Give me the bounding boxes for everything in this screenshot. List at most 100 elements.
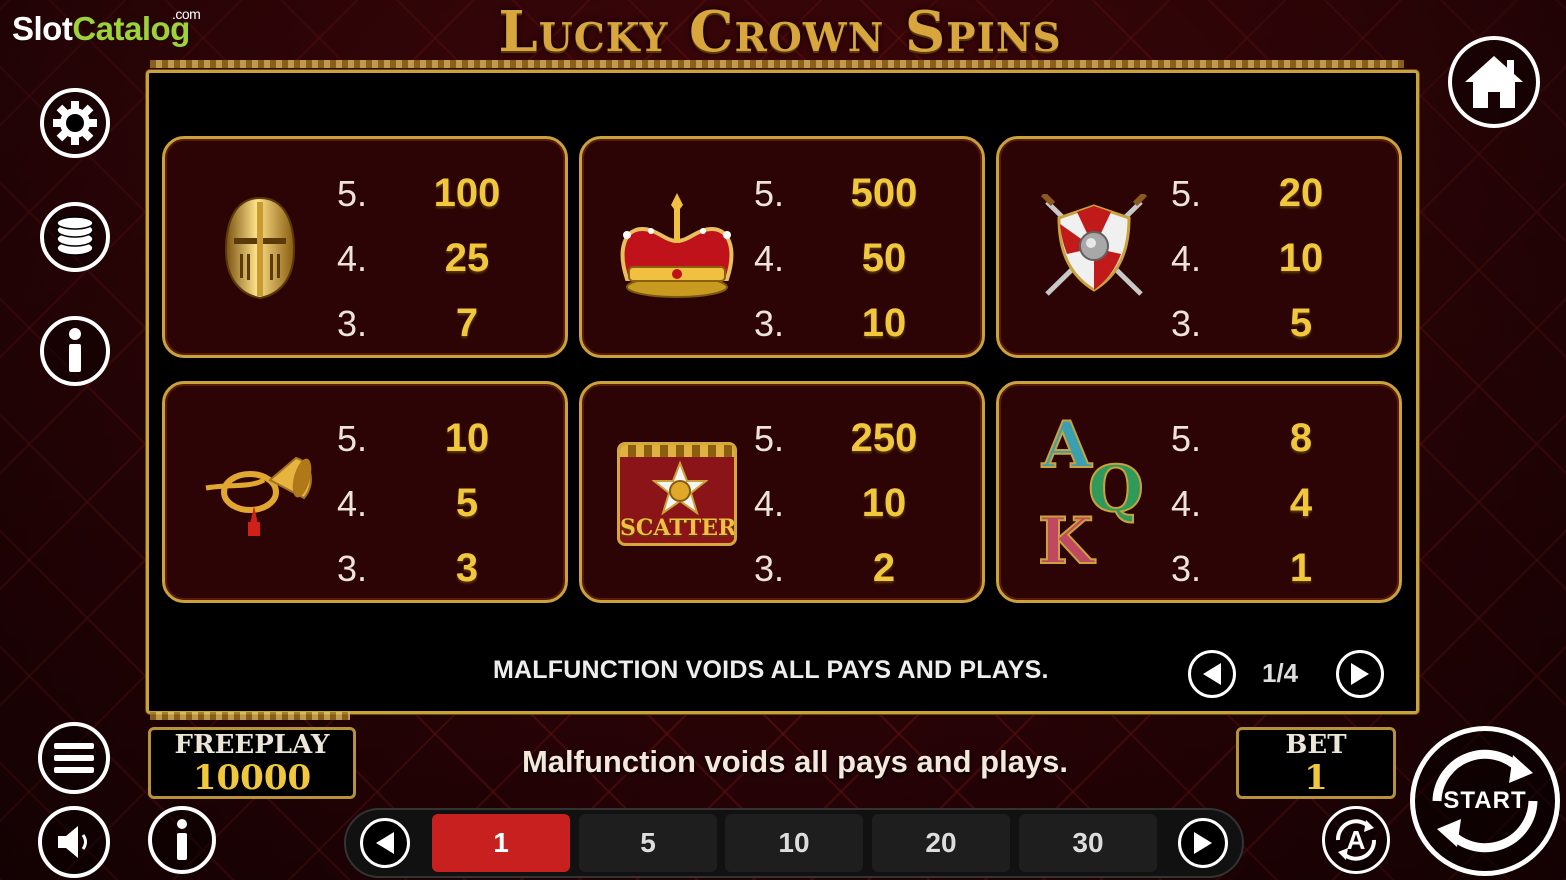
pay-row: 4. 10 [752,471,962,536]
horn-icon [205,456,312,536]
pay-row: 5. 20 [1169,161,1379,226]
freeplay-value: 10000 [192,758,312,798]
pay-value: 10 [861,481,907,525]
logo-text-slot: Slot [12,10,73,47]
site-logo: SlotCatalog .com [12,6,201,48]
pay-value: 20 [1278,171,1324,215]
pay-list: 5. 500 4. 50 3. 10 [752,161,962,356]
pay-value: 500 [850,171,918,215]
paytable-card: A Q K 5. 8 4. 4 3. 1 [996,381,1402,603]
start-label: START [1443,787,1527,814]
golden-helmet-icon [224,196,296,300]
bet-option-10[interactable]: 10 [725,814,863,872]
page-indicator: 1/4 [1262,658,1299,688]
panel-bottom-ornament [150,712,350,720]
pay-count: 3. [754,547,785,589]
paytable-card: 5. 20 4. 10 3. 5 [996,136,1402,358]
speaker-icon [58,826,87,858]
freeplay-display: FREEPLAY 10000 [148,727,356,799]
logo-text-com: .com [172,6,201,22]
pay-count: 5. [337,172,368,214]
prev-page-button[interactable] [1188,650,1236,698]
letter-k: K [1037,503,1095,580]
star-badge-icon [652,461,708,516]
pay-value: 100 [433,171,501,215]
panel-top-ornament [150,60,1404,68]
pay-row: 4. 50 [752,226,962,291]
menu-button[interactable] [38,722,110,794]
bet-decrease-button[interactable] [360,818,410,868]
game-title: Lucky Crown Spins [498,0,1062,65]
pay-row: 4. 5 [335,471,545,536]
pay-row: 3. 7 [335,291,545,356]
game-info-button[interactable] [148,806,216,874]
pay-count: 5. [1171,172,1202,214]
pay-row: 3. 1 [1169,536,1379,601]
symbol-slot: SCATTER [602,414,752,574]
pay-value: 4 [1289,481,1313,525]
shield-swords-icon [1040,194,1148,296]
aqk-letters-icon: A Q K [1024,404,1164,584]
start-spin-button[interactable]: START [1410,726,1560,876]
crown-icon [620,193,734,298]
symbol-slot: A Q K [1019,407,1169,580]
bet-increase-button[interactable] [1178,818,1228,868]
bet-option-30[interactable]: 30 [1019,814,1157,872]
triangle-right-icon [1194,832,1212,854]
symbol-slot [602,169,752,329]
next-page-button[interactable] [1336,650,1384,698]
pay-value: 10 [444,416,490,460]
triangle-left-icon [376,832,394,854]
pay-list: 5. 8 4. 4 3. 1 [1169,406,1379,601]
paytable-card: 5. 500 4. 50 3. 10 [579,136,985,358]
pay-row: 5. 100 [335,161,545,226]
pay-row: 3. 10 [752,291,962,356]
paytable-card: 5. 10 4. 5 3. 3 [162,381,568,603]
letter-a: A [1041,407,1093,484]
hamburger-menu-icon [54,743,94,773]
pay-count: 4. [1171,237,1202,279]
pay-value: 3 [455,546,479,590]
symbol-slot [185,169,335,329]
bet-display: BET 1 [1236,727,1396,799]
paytable-card: SCATTER 5. 250 4. 10 3. 2 [579,381,985,603]
pay-value: 10 [1278,236,1324,280]
pay-count: 5. [754,172,785,214]
pay-row: 4. 4 [1169,471,1379,536]
paytable-disclaimer: MALFUNCTION VOIDS ALL PAYS AND PLAYS. [493,656,1049,684]
coins-button[interactable] [40,202,110,272]
pay-count: 4. [337,482,368,524]
pay-value: 5 [1289,301,1313,345]
coins-stack-icon [56,216,94,256]
bet-option-20[interactable]: 20 [872,814,1010,872]
pay-count: 3. [754,302,785,344]
pay-count: 4. [754,482,785,524]
pay-count: 4. [1171,482,1202,524]
freeplay-label: FREEPLAY [174,730,330,760]
info-icon [69,328,81,372]
bet-option-5[interactable]: 5 [579,814,717,872]
pay-count: 3. [1171,547,1202,589]
pay-value: 7 [455,301,479,345]
info-icon [177,819,187,860]
gear-icon [53,101,97,145]
bet-option-1[interactable]: 1 [432,814,570,872]
pay-count: 3. [337,302,368,344]
triangle-left-icon [1203,663,1221,685]
pay-row: 5. 500 [752,161,962,226]
triangle-right-icon [1351,663,1369,685]
pay-row: 3. 3 [335,536,545,601]
home-button[interactable] [1448,36,1540,128]
pay-row: 5. 8 [1169,406,1379,471]
pay-count: 3. [337,547,368,589]
info-button[interactable] [40,316,110,386]
symbol-slot [185,414,335,574]
autoplay-button[interactable]: A [1322,806,1390,874]
pay-count: 5. [754,417,785,459]
sound-button[interactable] [38,806,110,878]
pay-list: 5. 100 4. 25 3. 7 [335,161,545,356]
autoplay-label: A [1346,824,1366,855]
pay-row: 5. 250 [752,406,962,471]
settings-button[interactable] [40,88,110,158]
pay-count: 4. [754,237,785,279]
